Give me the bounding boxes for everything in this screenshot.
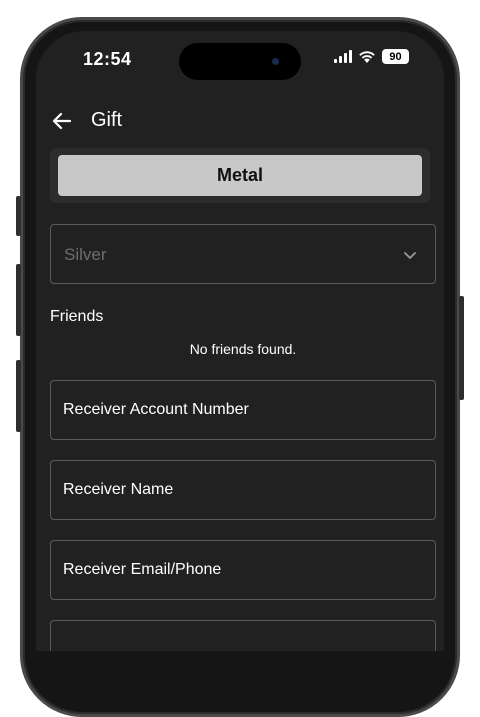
receiver-account-number-field[interactable]: Receiver Account Number	[50, 380, 436, 440]
chevron-down-icon	[404, 252, 416, 259]
tab-metal[interactable]: Metal	[58, 155, 422, 196]
metal-select-value: Silver	[64, 245, 107, 264]
phone-volume-down-button	[16, 360, 21, 432]
metal-select[interactable]: Silver	[50, 224, 436, 284]
friends-label: Friends	[50, 308, 104, 325]
battery-indicator: 90	[382, 49, 409, 64]
receiver-email-phone-field[interactable]: Receiver Email/Phone	[50, 540, 436, 600]
back-arrow-icon[interactable]	[50, 109, 74, 133]
camera-icon	[272, 58, 279, 65]
cellular-signal-icon	[334, 50, 352, 63]
page-title: Gift	[91, 109, 123, 131]
phone-action-button	[16, 196, 21, 236]
phone-power-button	[459, 296, 464, 400]
status-indicators: 90	[334, 49, 409, 64]
app-screen: 12:54 90 Gift Metal Silver Friends No fr…	[36, 31, 444, 651]
phone-volume-up-button	[16, 264, 21, 336]
status-time: 12:54	[83, 49, 132, 69]
app-bar: Gift	[36, 103, 444, 139]
no-friends-message: No friends found.	[189, 341, 297, 357]
receiver-name-field[interactable]: Receiver Name	[50, 460, 436, 520]
wifi-icon	[359, 50, 375, 63]
dynamic-island	[179, 43, 301, 80]
tab-bar: Metal	[50, 148, 430, 203]
